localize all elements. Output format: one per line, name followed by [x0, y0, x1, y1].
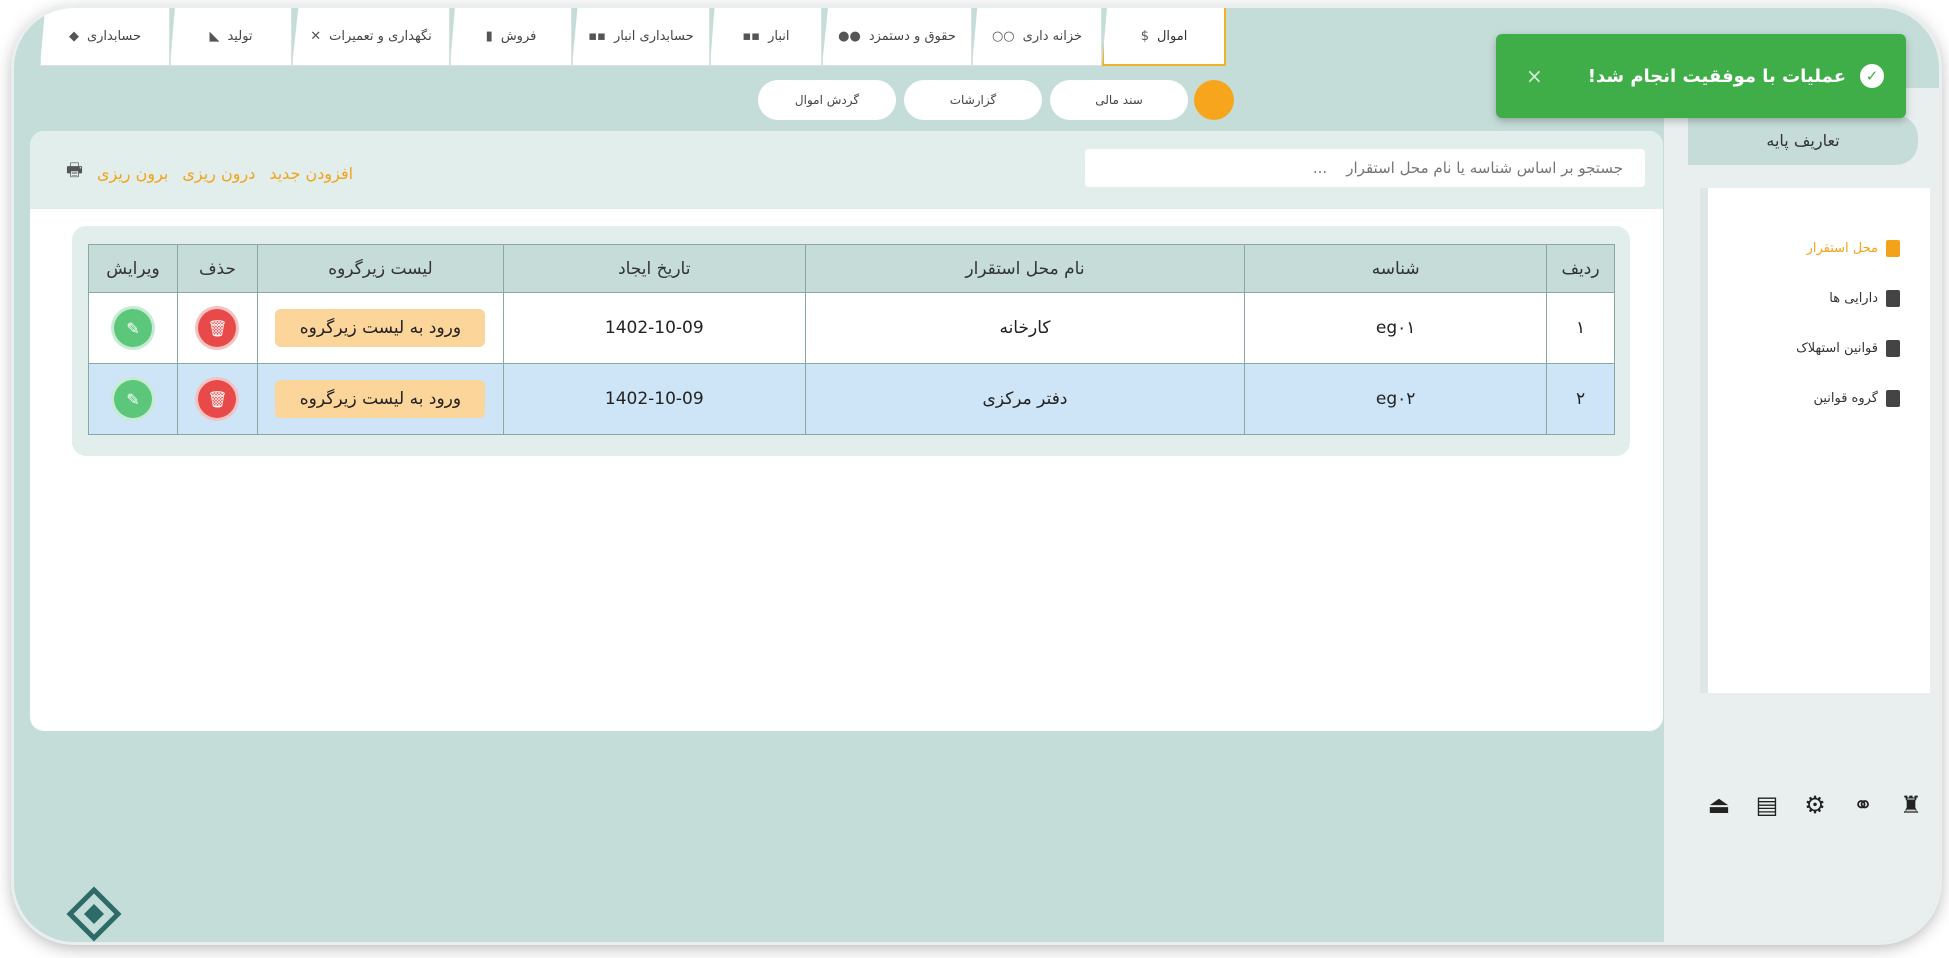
company-logo-icon [66, 886, 122, 942]
col-delete: حذف [177, 244, 258, 293]
tag-icon: ◣ [209, 29, 220, 44]
cell-id: eg۰۲ [1244, 363, 1548, 435]
sidebar-list: محل استقرار دارایی ها قوانین استهلاک گرو… [1700, 188, 1930, 693]
document-icon [1886, 240, 1900, 257]
tab-payroll[interactable]: حقوق و دستمزد ●● [822, 8, 972, 66]
cell-subgroup: ورود به لیست زیرگروه [256, 292, 504, 364]
col-id: شناسه [1244, 244, 1548, 293]
action-links: 🖶 برون ریزی درون ریزی افزودن جدید [66, 158, 353, 188]
close-icon[interactable]: × [1526, 64, 1543, 88]
users-icon: ●● [838, 29, 861, 44]
settings-gear-icon[interactable]: ⚙ [1800, 790, 1830, 820]
search-input[interactable] [1085, 149, 1645, 187]
tools-icon: ✕ [310, 29, 322, 44]
printer-icon[interactable]: 🖶 [66, 158, 83, 188]
trash-icon[interactable]: 🗑 [198, 380, 237, 418]
cell-subgroup: ورود به لیست زیرگروه [256, 363, 504, 435]
document-icon [1886, 290, 1900, 307]
cell-delete: 🗑 [177, 292, 258, 364]
export-link[interactable]: برون ریزی [97, 164, 168, 183]
toast-message: عملیات با موفقیت انجام شد! [1587, 65, 1846, 87]
cell-delete: 🗑 [177, 363, 258, 435]
tab-assets[interactable]: اموال $ [1102, 8, 1226, 66]
sidebar-footer-icons: ⏏ ▤ ⚙ ⚭ ♜ [1704, 790, 1926, 820]
tab-warehouse-accounting[interactable]: حسابداری انبار ▪▪ [572, 8, 710, 66]
col-created-date: تاریخ ایجاد [502, 244, 806, 293]
table-row[interactable]: ۱ eg۰۱ کارخانه 1402-10-09 ورود به لیست ز… [88, 292, 1615, 364]
logout-icon[interactable]: ⏏ [1704, 790, 1734, 820]
table-container: ردیف شناسه نام محل استقرار تاریخ ایجاد ل… [72, 226, 1630, 456]
edit-icon[interactable]: ✎ [114, 309, 152, 347]
col-subgroup-list: لیست زیرگروه [256, 244, 504, 293]
cell-index: ۲ [1546, 363, 1615, 435]
table-header-row: ردیف شناسه نام محل استقرار تاریخ ایجاد ل… [88, 244, 1615, 293]
import-link[interactable]: درون ریزی [182, 164, 255, 183]
trash-icon[interactable]: 🗑 [198, 309, 237, 347]
tab-sales[interactable]: فروش ▮ [450, 8, 572, 66]
tab-treasury[interactable]: خزانه داری ○○ [972, 8, 1102, 66]
coins-icon: ○○ [991, 29, 1015, 44]
sidebar-title[interactable]: تعاریف پایه [1688, 115, 1918, 165]
toolbar: 🖶 برون ریزی درون ریزی افزودن جدید [30, 131, 1663, 209]
document-icon [1886, 390, 1900, 407]
main-panel: 🖶 برون ریزی درون ریزی افزودن جدید ردیف ش… [30, 131, 1663, 731]
subnav-reports[interactable]: گزارشات [904, 80, 1042, 120]
success-toast: ✓ عملیات با موفقیت انجام شد! × [1496, 34, 1906, 118]
cell-name: کارخانه [804, 292, 1246, 364]
app-window: حسابداری ◆ تولید ◣ نگهداری و تعمیرات ✕ ف… [14, 8, 1939, 942]
subnav-financial-document[interactable]: سند مالی [1050, 80, 1188, 120]
subgroup-button[interactable]: ورود به لیست زیرگروه [275, 380, 486, 418]
table-row[interactable]: ۲ eg۰۲ دفتر مرکزی 1402-10-09 ورود به لیس… [88, 363, 1615, 435]
locations-table: ردیف شناسه نام محل استقرار تاریخ ایجاد ل… [88, 244, 1615, 435]
col-row: ردیف [1546, 244, 1615, 293]
sidebar-item-depreciation-rules[interactable]: قوانین استهلاک [1796, 340, 1900, 357]
cell-name: دفتر مرکزی [804, 363, 1246, 435]
tab-warehouse[interactable]: انبار ▪▪ [710, 8, 822, 66]
check-circle-icon: ✓ [1860, 64, 1884, 88]
col-edit: ویرایش [88, 244, 178, 293]
add-new-link[interactable]: افزودن جدید [269, 164, 353, 183]
money-bag-icon[interactable]: ♜ [1896, 790, 1926, 820]
document-icon [1886, 340, 1900, 357]
cell-date: 1402-10-09 [502, 363, 806, 435]
cell-edit: ✎ [88, 292, 178, 364]
edit-icon[interactable]: ✎ [114, 380, 152, 418]
messages-icon[interactable]: ▤ [1752, 790, 1782, 820]
sidebar-item-rule-groups[interactable]: گروه قوانین [1813, 390, 1900, 407]
tab-production[interactable]: تولید ◣ [170, 8, 292, 66]
subnav-active-indicator[interactable] [1194, 80, 1234, 120]
money-doc-icon: $ [1140, 28, 1149, 44]
share-icon[interactable]: ⚭ [1848, 790, 1878, 820]
cell-index: ۱ [1546, 292, 1615, 364]
cell-edit: ✎ [88, 363, 178, 435]
boxes-icon: ▪▪ [588, 29, 606, 44]
sidebar-item-assets[interactable]: دارایی ها [1829, 290, 1900, 307]
subgroup-button[interactable]: ورود به لیست زیرگروه [275, 309, 486, 347]
col-location-name: نام محل استقرار [804, 244, 1246, 293]
cell-date: 1402-10-09 [502, 292, 806, 364]
cell-id: eg۰۱ [1244, 292, 1548, 364]
tab-maintenance[interactable]: نگهداری و تعمیرات ✕ [292, 8, 450, 66]
subnav-asset-turnover[interactable]: گردش اموال [758, 80, 896, 120]
sidebar-item-location[interactable]: محل استقرار [1807, 240, 1900, 257]
diamond-icon: ◆ [68, 29, 79, 44]
bar-chart-icon: ▮ [485, 29, 493, 44]
boxes-icon: ▪▪ [742, 29, 761, 44]
tab-accounting[interactable]: حسابداری ◆ [40, 8, 170, 66]
